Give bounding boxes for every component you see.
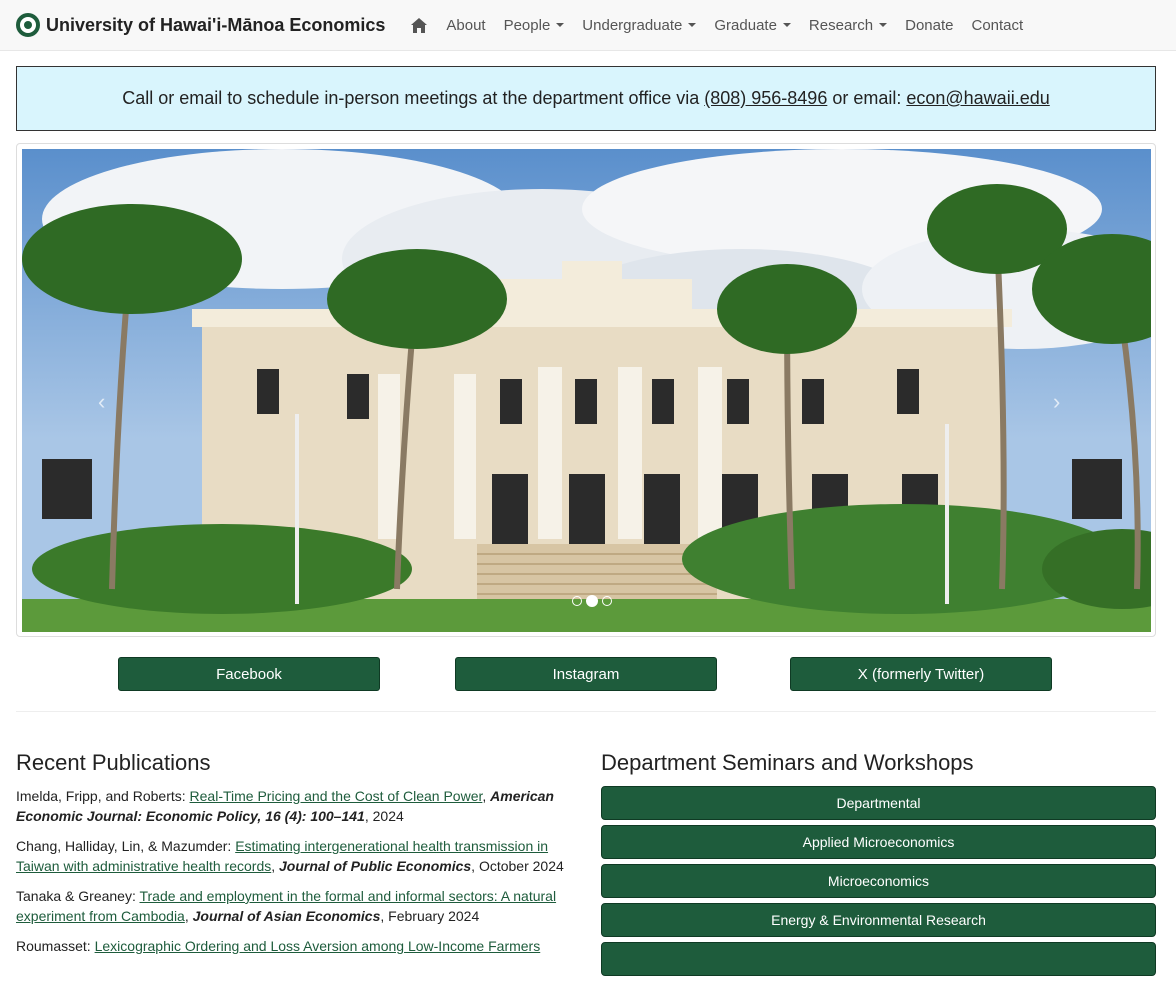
publication-item: Roumasset: Lexicographic Ordering and Lo… xyxy=(16,936,571,956)
seminar-departmental-button[interactable]: Departmental xyxy=(601,786,1156,820)
hawaii-hall-photo xyxy=(22,149,1151,632)
phone-link[interactable]: (808) 956-8496 xyxy=(704,88,827,108)
publications-heading: Recent Publications xyxy=(16,750,211,775)
carousel-dot-active[interactable] xyxy=(586,595,598,607)
seminar-micro-button[interactable]: Microeconomics xyxy=(601,864,1156,898)
publication-date: , October 2024 xyxy=(471,858,564,874)
carousel-dot[interactable] xyxy=(572,596,582,606)
nav-graduate-label: Graduate xyxy=(714,16,777,34)
nav-research-label: Research xyxy=(808,16,874,34)
publication-date: , 2024 xyxy=(364,808,404,824)
chevron-down-icon xyxy=(879,23,888,27)
publication-item: Chang, Halliday, Lin, & Mazumder: Estima… xyxy=(16,838,564,874)
publication-journal: Journal of Public Economics xyxy=(279,858,472,874)
x-twitter-button[interactable]: X (formerly Twitter) xyxy=(790,657,1052,691)
recent-publications: Recent Publications Imelda, Fripp, and R… xyxy=(16,750,571,966)
nav-research[interactable]: Research xyxy=(800,0,896,50)
publication-journal: Journal of Asian Economics xyxy=(192,908,381,924)
instagram-button[interactable]: Instagram xyxy=(455,657,717,691)
nav-donate-label: Donate xyxy=(905,16,954,34)
publication-authors: Imelda, Fripp, and Roberts: xyxy=(16,788,190,804)
nav-home[interactable] xyxy=(401,0,437,50)
main-nav: About People Undergraduate Graduate Rese… xyxy=(401,0,1032,50)
publication-authors: Chang, Halliday, Lin, & Mazumder: xyxy=(16,838,236,854)
nav-contact[interactable]: Contact xyxy=(963,0,1033,50)
brand-link[interactable]: University of Hawai'i-Mānoa Economics xyxy=(16,13,385,37)
contact-notice: Call or email to schedule in-person meet… xyxy=(16,66,1156,131)
publication-authors: Tanaka & Greaney: xyxy=(16,888,140,904)
publication-title-link[interactable]: Real-Time Pricing and the Cost of Clean … xyxy=(190,788,483,804)
carousel-slide: ‹ › xyxy=(22,149,1151,632)
seminars-workshops: Department Seminars and Workshops Depart… xyxy=(601,750,1156,981)
navbar: University of Hawai'i-Mānoa Economics Ab… xyxy=(0,0,1176,51)
nav-people-label: People xyxy=(503,16,551,34)
section-divider xyxy=(16,711,1156,712)
chevron-down-icon xyxy=(556,23,565,27)
nav-people[interactable]: People xyxy=(495,0,574,50)
facebook-button[interactable]: Facebook xyxy=(118,657,380,691)
publication-date: , February 2024 xyxy=(380,908,480,924)
nav-contact-label: Contact xyxy=(971,16,1024,34)
seminars-heading: Department Seminars and Workshops xyxy=(601,750,974,775)
nav-undergraduate[interactable]: Undergraduate xyxy=(573,0,705,50)
publication-title-link[interactable]: Lexicographic Ordering and Loss Aversion… xyxy=(95,938,541,954)
notice-lead: Call or email to schedule in-person meet… xyxy=(122,88,705,108)
seminar-applied-micro-button[interactable]: Applied Microeconomics xyxy=(601,825,1156,859)
university-seal-icon xyxy=(16,13,40,37)
carousel-next-icon[interactable]: › xyxy=(1053,389,1060,415)
nav-donate[interactable]: Donate xyxy=(896,0,962,50)
carousel-prev-icon[interactable]: ‹ xyxy=(98,389,105,415)
nav-undergraduate-label: Undergraduate xyxy=(582,16,683,34)
seminar-energy-env-button[interactable]: Energy & Environmental Research xyxy=(601,903,1156,937)
brand-title: University of Hawai'i-Mānoa Economics xyxy=(46,14,386,35)
nav-graduate[interactable]: Graduate xyxy=(705,0,800,50)
nav-about-label: About xyxy=(446,16,486,34)
carousel-dot[interactable] xyxy=(602,596,612,606)
notice-text: Call or email to schedule in-person meet… xyxy=(122,88,1049,109)
nav-about[interactable]: About xyxy=(437,0,494,50)
seminar-next-button[interactable] xyxy=(601,942,1156,976)
notice-mid: or email: xyxy=(827,88,907,108)
home-icon xyxy=(411,17,428,33)
carousel-indicators xyxy=(572,595,612,607)
publication-item: Tanaka & Greaney: Trade and employment i… xyxy=(16,888,557,924)
chevron-down-icon xyxy=(688,23,697,27)
image-carousel: ‹ › xyxy=(16,143,1156,637)
email-link[interactable]: econ@hawaii.edu xyxy=(906,88,1049,108)
chevron-down-icon xyxy=(782,23,791,27)
publication-item: Imelda, Fripp, and Roberts: Real-Time Pr… xyxy=(16,788,554,824)
publication-authors: Roumasset: xyxy=(16,938,95,954)
